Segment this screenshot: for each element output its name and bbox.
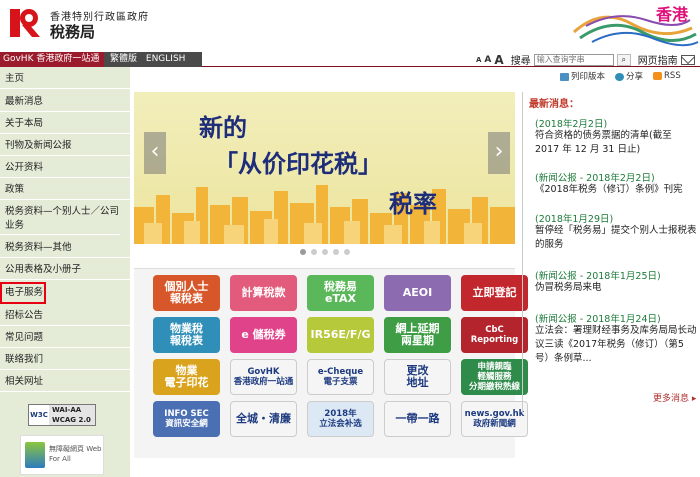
sidebar-item-e-services[interactable]: 电子服务: [0, 282, 46, 304]
web-for-all-text: 無障礙網頁 Web For All: [49, 445, 102, 463]
share-link[interactable]: 分享: [615, 70, 643, 82]
carousel-dot-5[interactable]: [343, 249, 350, 255]
search-input[interactable]: [533, 53, 614, 66]
sidebar-item-policy[interactable]: 政策: [0, 180, 130, 200]
news-date: (2018年2月2日): [535, 119, 608, 130]
share-label: 分享: [626, 72, 644, 82]
font-size-large-button[interactable]: A: [494, 53, 503, 67]
language-switcher: 繁體版 ENGLISH: [104, 52, 202, 67]
sidebar-item-contact[interactable]: 联络我们: [0, 350, 130, 370]
carousel-dot-3[interactable]: [321, 249, 328, 255]
lang-english-link[interactable]: ENGLISH: [146, 54, 186, 64]
lang-traditional-link[interactable]: 繁體版: [110, 54, 137, 64]
carousel-indicators: [134, 244, 515, 260]
carousel-dot-2[interactable]: [310, 249, 317, 255]
sidebar-item-whats-new[interactable]: 最新消息: [0, 92, 130, 112]
cbc-reporting-tile[interactable]: CbC Reporting: [461, 317, 528, 353]
latest-news-panel: 最新消息： (2018年2月2日) 符合资格的债务票据的清单(截至 2017 年…: [522, 92, 700, 414]
news-link[interactable]: 符合资格的债务票据的清单(截至 2017 年 12 月 31 日止): [535, 129, 697, 157]
sidebar-nav: 主页 最新消息 关于本局 刊物及新闻公报 公开资料 政策 税务资料—个别人士／公…: [0, 67, 130, 477]
site-guide-link[interactable]: 网页指南: [638, 52, 678, 67]
news-gov-hk-tile[interactable]: news.gov.hk 政府新聞網: [461, 401, 528, 437]
rss-icon: [653, 71, 663, 80]
rss-label: RSS: [664, 71, 681, 81]
govhk-link[interactable]: GovHK 香港政府一站通: [0, 52, 104, 67]
aeoi-tile[interactable]: AEOI: [384, 275, 451, 311]
news-date: (新闻公报 - 2018年1月24日): [535, 314, 661, 325]
news-link[interactable]: 《2018年税务（修订）条例》刊宪: [535, 183, 697, 197]
sidebar-item-open-data[interactable]: 公开资料: [0, 158, 130, 178]
print-label: 列印版本: [571, 72, 606, 82]
change-address-tile[interactable]: 更改 地址: [384, 359, 451, 395]
font-size-small-button[interactable]: A: [476, 56, 481, 64]
tax-calculator-tile[interactable]: 計算稅款: [230, 275, 297, 311]
gov-toolbar: GovHK 香港政府一站通 繁體版 ENGLISH A A A 搜尋 ⌕ 网页指…: [0, 52, 700, 67]
sidebar-item-tax-individuals[interactable]: 税务资料—个别人士／公司业务: [0, 203, 120, 235]
sidebar-item-tax-other[interactable]: 税务资料—其他: [0, 238, 130, 258]
carousel-dot-4[interactable]: [332, 249, 339, 255]
more-news-link[interactable]: 更多消息 ▸: [653, 391, 696, 404]
news-date: (新闻公报 - 2018年2月2日): [535, 173, 655, 184]
tax-hotline-tile[interactable]: 申請親臨 輕觸服務 分期繳稅熱線: [461, 359, 528, 395]
sidebar-item-home[interactable]: 主页: [0, 69, 130, 89]
printer-icon: [560, 72, 569, 81]
share-toolbar: 列印版本 分享 RSS: [560, 70, 681, 82]
carousel-dot-1[interactable]: [299, 249, 306, 255]
news-link[interactable]: 立法会：署理财经事务及库务局局长动议三读《2017年税务（修订）（第5号）条例草…: [535, 324, 697, 366]
carousel-prev-icon[interactable]: ‹: [144, 132, 166, 174]
mail-icon[interactable]: [680, 54, 695, 65]
register-now-tile[interactable]: 立即登記: [461, 275, 528, 311]
tax-reserve-certificate-tile[interactable]: e 儲稅券: [230, 317, 297, 353]
banner-carousel[interactable]: 新的 「从价印花税」 税率 ‹ ›: [134, 92, 515, 260]
sidebar-item-faq[interactable]: 常见问题: [0, 328, 130, 348]
property-tax-return-tile[interactable]: 物業稅 報稅表: [153, 317, 220, 353]
sidebar-item-tenders[interactable]: 招标公告: [0, 306, 130, 326]
quick-link-tiles: 個別人士 報稅表 計算稅款 稅務易 eTAX AEOI 立即登記物業稅 報稅表 e 儲稅券…: [134, 268, 528, 458]
w3c-logo-text: W3C: [29, 405, 49, 425]
property-e-stamping-tile[interactable]: 物業 電子印花: [153, 359, 220, 395]
city-skyline-illustration: [134, 185, 515, 247]
banner-headline-line2: 「从价印花税」: [214, 149, 382, 178]
belt-and-road-tile[interactable]: 一帶一路: [384, 401, 451, 437]
news-heading: 最新消息：: [529, 99, 579, 110]
clean-city-tile[interactable]: 全城・清廉: [230, 401, 297, 437]
individual-tax-return-tile[interactable]: 個別人士 報稅表: [153, 275, 220, 311]
web-for-all-icon: [25, 442, 45, 468]
legco-by-election-tile[interactable]: 2018年 立法会补选: [307, 401, 374, 437]
hong-kong-brand-text: 香港: [655, 5, 689, 24]
web-for-all-badge[interactable]: 無障礙網頁 Web For All: [20, 435, 104, 475]
site-header: 香港特別行政區政府 稅務局 香港: [0, 0, 700, 52]
sidebar-item-about[interactable]: 关于本局: [0, 114, 130, 134]
govhk-tile[interactable]: GovHK 香港政府一站通: [230, 359, 297, 395]
wcag-level-text: WAI-AA WCAG 2.0: [49, 405, 95, 425]
carousel-next-icon[interactable]: ›: [488, 132, 510, 174]
share-icon: [615, 72, 625, 81]
search-label: 搜尋: [510, 56, 531, 67]
rss-link[interactable]: RSS: [653, 71, 681, 81]
e-cheque-tile[interactable]: e-Cheque 電子支票: [307, 359, 374, 395]
w3c-wcag-badge[interactable]: W3C WAI-AA WCAG 2.0: [28, 404, 96, 426]
news-date: (新闻公报 - 2018年1月25日): [535, 271, 661, 282]
banner-headline-line3: 税率: [389, 189, 437, 218]
page-root: 香港特別行政區政府 稅務局 香港 GovHK 香港政府一站通 繁體版 ENGLI…: [0, 0, 700, 477]
department-name: 稅務局: [50, 23, 96, 41]
hong-kong-brand-logo: 香港: [573, 5, 699, 47]
font-size-medium-button[interactable]: A: [484, 55, 491, 65]
online-extension-tile[interactable]: 網上延期 兩星期: [384, 317, 451, 353]
banner-headline-line1: 新的: [199, 113, 247, 142]
sidebar-item-publications[interactable]: 刊物及新闻公报: [0, 136, 130, 156]
etax-tile[interactable]: 稅務易 eTAX: [307, 275, 374, 311]
search-icon[interactable]: ⌕: [616, 53, 631, 66]
sidebar-item-links[interactable]: 相关网址: [0, 372, 130, 392]
utility-tools: A A A 搜尋 ⌕ 网页指南: [476, 52, 695, 67]
news-link[interactable]: 暂停经「税务易」提交个别人士报税表的服务: [535, 224, 697, 252]
news-date: (2018年1月29日): [535, 214, 614, 225]
ird-logo-icon[interactable]: [6, 5, 42, 41]
news-link[interactable]: 伪冒税务局来电: [535, 281, 697, 295]
sidebar-item-forms[interactable]: 公用表格及小册子: [0, 260, 130, 280]
infosec-tile[interactable]: INFO SEC 資訊安全網: [153, 401, 220, 437]
ir56-forms-tile[interactable]: IR56E/F/G: [307, 317, 374, 353]
print-link[interactable]: 列印版本: [560, 70, 605, 82]
